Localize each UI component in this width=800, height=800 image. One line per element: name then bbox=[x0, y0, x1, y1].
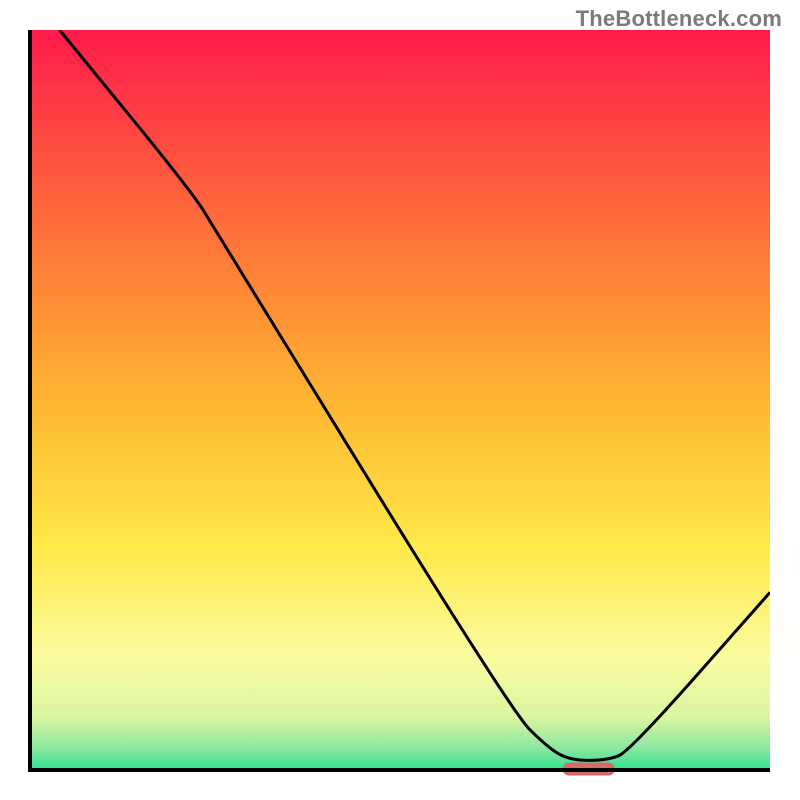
bottleneck-chart bbox=[0, 0, 800, 800]
chart-container: TheBottleneck.com bbox=[0, 0, 800, 800]
watermark-text: TheBottleneck.com bbox=[576, 6, 782, 32]
plot-background bbox=[30, 30, 770, 770]
